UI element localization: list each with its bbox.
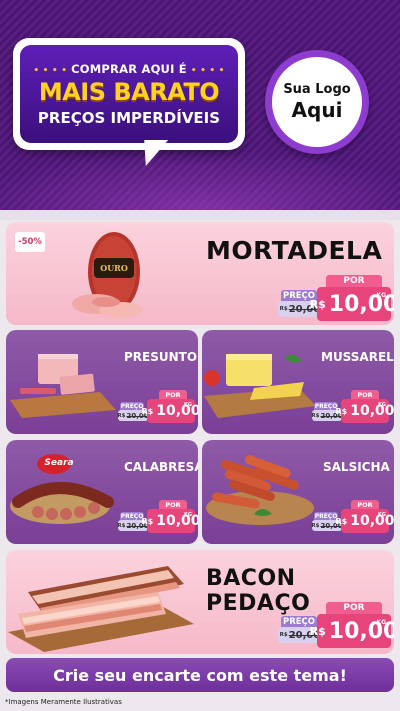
preco-label: PREÇO xyxy=(314,402,338,410)
new-price: R$ 10,00 KG xyxy=(335,509,394,533)
disclaimer-text: *Imagens Meramente Ilustrativas xyxy=(5,698,122,706)
mortadela-image: OURO xyxy=(72,232,143,318)
headline-main: MAIS BARATO xyxy=(38,77,220,106)
cta-banner[interactable]: Crie seu encarte com este tema! xyxy=(6,658,394,692)
por-label: POR xyxy=(159,500,187,509)
por-label: POR xyxy=(326,602,382,614)
por-label: POR xyxy=(351,500,379,509)
headline-sub: PREÇOS IMPERDÍVEIS xyxy=(37,108,221,127)
logo-placeholder: Sua Logo Aqui xyxy=(265,50,369,154)
por-label: POR xyxy=(326,275,382,287)
header-banner: • • • • COMPRAR AQUI É • • • • MAIS BARATO… xyxy=(0,0,400,210)
salsicha-image xyxy=(206,455,314,525)
presunto-image xyxy=(10,354,116,418)
seara-logo: Seara xyxy=(44,458,74,468)
product-name: PRESUNTO xyxy=(124,350,198,364)
new-price: R$ 10,00 KG xyxy=(310,287,394,321)
product-card-calabresa: Seara CALABRESA POR PREÇO R$ 20,00 R$ 10,0… xyxy=(6,440,198,544)
preco-label: PREÇO xyxy=(314,512,338,520)
new-price: R$ 10,00 KG xyxy=(310,614,394,648)
mussarela-image xyxy=(204,354,316,418)
svg-text:OURO: OURO xyxy=(100,263,128,273)
new-price: R$ 10,00 KG xyxy=(141,399,198,423)
por-label: POR xyxy=(159,390,187,399)
product-name: SALSICHA xyxy=(323,460,390,474)
product-name: CALABRESA xyxy=(124,460,198,474)
speech-bubble: • • • • COMPRAR AQUI É • • • • MAIS BARATO… xyxy=(13,38,245,150)
preco-label: PREÇO xyxy=(120,402,144,410)
product-card-salsicha: SALSICHA POR PREÇO R$ 20,00 R$ 10,00 KG xyxy=(202,440,394,544)
product-card-bacon: BACON PEDAÇO PREÇO R$ 20,00 POR R$ 10,00 K… xyxy=(6,550,394,654)
por-label: POR xyxy=(351,390,379,399)
product-card-presunto: PRESUNTO POR PREÇO R$ 20,00 R$ 10,00 KG xyxy=(6,330,198,434)
new-price: R$ 10,00 KG xyxy=(141,509,198,533)
new-price: R$ 10,00 KG xyxy=(335,399,394,423)
product-card-mussarela: MUSSARELA POR PREÇO R$20,00 R$10,00 KG xyxy=(202,330,394,434)
discount-badge: -50% xyxy=(15,232,45,252)
bacon-image xyxy=(8,566,194,652)
product-name: MORTADELA xyxy=(206,236,383,265)
product-name: MUSSARELA xyxy=(321,350,394,364)
preco-label: PREÇO xyxy=(120,512,144,520)
product-card-mortadela: -50% OURO MORTADELA PREÇO R$ 20,00 POR R$… xyxy=(6,222,394,325)
headline-top: • • • • COMPRAR AQUI É • • • • xyxy=(33,61,225,76)
